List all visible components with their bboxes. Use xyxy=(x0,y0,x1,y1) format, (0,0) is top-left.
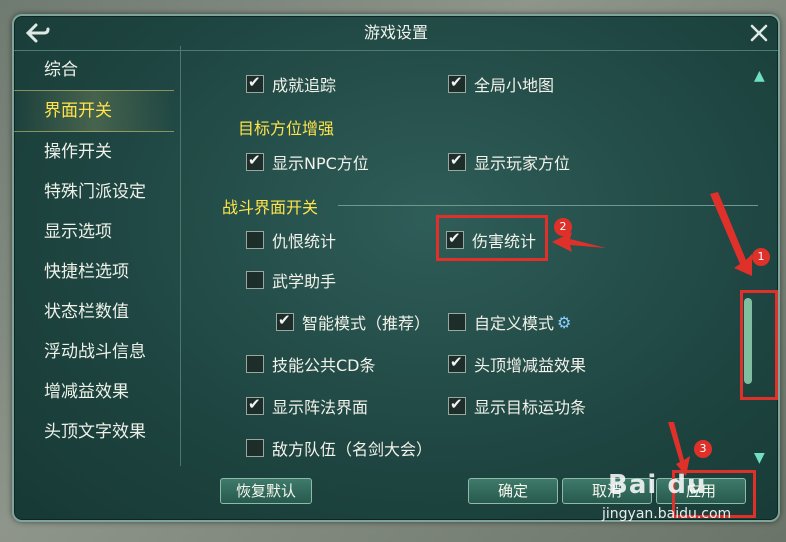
option-label: 显示NPC方位 xyxy=(272,154,369,173)
option-label: 技能公共CD条 xyxy=(272,356,376,375)
checkbox[interactable] xyxy=(448,313,466,331)
checkbox[interactable] xyxy=(246,439,264,457)
section-combat-ui: 战斗界面开关 xyxy=(222,198,319,217)
option-achievement-tracking[interactable]: 成就追踪 xyxy=(246,72,336,96)
option-show-target-cast-bar[interactable]: 显示目标运功条 xyxy=(448,394,586,418)
option-skill-cd-bar[interactable]: 技能公共CD条 xyxy=(246,352,376,376)
option-label: 自定义模式 xyxy=(474,314,555,333)
option-martial-assistant[interactable]: 武学助手 xyxy=(246,268,336,292)
option-label: 显示阵法界面 xyxy=(272,398,369,417)
option-label: 显示目标运功条 xyxy=(474,398,587,417)
option-show-player-direction[interactable]: 显示玩家方位 xyxy=(448,150,570,174)
option-head-buff-effects[interactable]: 头顶增减益效果 xyxy=(448,352,586,376)
option-label: 武学助手 xyxy=(272,272,337,291)
scroll-down-arrow-icon[interactable]: ▼ xyxy=(754,450,765,466)
checkbox[interactable] xyxy=(246,271,264,289)
checkbox[interactable] xyxy=(276,311,294,331)
option-custom-mode[interactable]: 自定义模式 ⚙ xyxy=(448,310,571,334)
option-show-npc-direction[interactable]: 显示NPC方位 xyxy=(246,150,369,174)
checkbox[interactable] xyxy=(448,73,466,93)
watermark-logo: Bai du xyxy=(608,470,707,500)
checkbox[interactable] xyxy=(246,355,264,373)
option-label: 智能模式（推荐） xyxy=(302,314,431,333)
arrow-1-icon xyxy=(710,192,752,276)
option-global-minimap[interactable]: 全局小地图 xyxy=(448,72,554,96)
option-label: 成就追踪 xyxy=(272,76,337,95)
arrow-2-icon xyxy=(552,232,606,252)
option-label: 敌方队伍（名剑大会） xyxy=(272,440,433,459)
marker-3-badge: 3 xyxy=(694,440,712,458)
highlight-damage-stats xyxy=(436,215,548,261)
option-smart-mode[interactable]: 智能模式（推荐） xyxy=(276,310,430,334)
scroll-up-arrow-icon[interactable]: ▲ xyxy=(754,68,765,84)
checkbox[interactable] xyxy=(448,395,466,415)
option-show-formation-ui[interactable]: 显示阵法界面 xyxy=(246,394,368,418)
checkbox[interactable] xyxy=(448,151,466,171)
option-label: 头顶增减益效果 xyxy=(474,356,587,375)
watermark-url: jingyan.baidu.com xyxy=(602,506,732,522)
confirm-button[interactable]: 确定 xyxy=(468,478,558,504)
restore-default-button[interactable]: 恢复默认 xyxy=(220,478,312,504)
option-hatred-stats[interactable]: 仇恨统计 xyxy=(246,228,336,252)
checkbox[interactable] xyxy=(246,231,264,249)
checkbox[interactable] xyxy=(246,73,264,93)
checkbox[interactable] xyxy=(246,395,264,415)
highlight-scrollbar xyxy=(740,290,778,400)
option-label: 全局小地图 xyxy=(474,76,555,95)
gear-icon[interactable]: ⚙ xyxy=(557,313,571,332)
option-enemy-team[interactable]: 敌方队伍（名剑大会） xyxy=(246,436,432,460)
option-label: 显示玩家方位 xyxy=(474,154,571,173)
checkbox[interactable] xyxy=(448,353,466,373)
section-target-direction: 目标方位增强 xyxy=(238,119,335,138)
checkbox[interactable] xyxy=(246,151,264,171)
section-divider xyxy=(338,205,758,206)
option-label: 仇恨统计 xyxy=(272,232,337,251)
